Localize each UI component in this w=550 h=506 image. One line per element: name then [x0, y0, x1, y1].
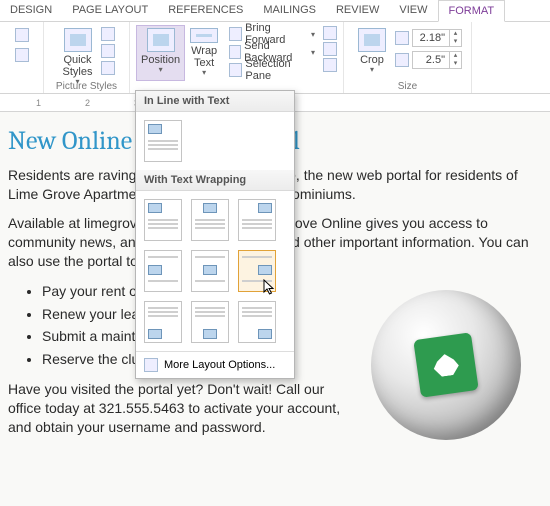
tab-design[interactable]: DESIGN [0, 0, 62, 21]
rotate-button[interactable] [323, 58, 337, 72]
thumb-pic-icon [203, 203, 217, 213]
group-picture-styles: Picture Styles [44, 81, 129, 92]
style-opt-1[interactable] [101, 27, 115, 41]
chevron-down-icon: ▾ [311, 30, 315, 39]
layout-options-icon [144, 358, 158, 372]
spinner-up-icon[interactable]: ▴ [449, 30, 461, 38]
ruler-mark: 1 [36, 98, 41, 108]
height-icon [395, 31, 409, 45]
thumb-pic-icon [258, 203, 272, 213]
ribbon-tabs: DESIGN PAGE LAYOUT REFERENCES MAILINGS R… [0, 0, 550, 22]
picture-effects-button[interactable] [10, 45, 34, 65]
dropdown-section-inline: In Line with Text [136, 91, 294, 112]
picture-effects-icon [15, 48, 29, 62]
selection-pane-label: Selection Pane [245, 58, 315, 82]
thumb-pic-icon [258, 329, 272, 339]
quick-styles-label: Quick Styles [63, 54, 93, 78]
quick-styles-icon [64, 28, 92, 52]
dropdown-section-wrapping: With Text Wrapping [136, 170, 294, 191]
leaf-icon [431, 353, 462, 379]
position-top-center[interactable] [191, 199, 229, 241]
tab-view[interactable]: VIEW [389, 0, 437, 21]
height-value: 2.18" [413, 32, 449, 44]
height-input[interactable]: 2.18"▴▾ [412, 29, 462, 47]
wrap-text-icon [190, 28, 218, 43]
chevron-down-icon: ▾ [311, 48, 315, 57]
selection-pane-button[interactable]: Selection Pane [227, 61, 317, 79]
position-top-right[interactable] [238, 199, 276, 241]
position-top-left[interactable] [144, 199, 182, 241]
position-button[interactable]: Position ▾ [136, 25, 185, 81]
picture-border-button[interactable] [10, 25, 34, 45]
thumb-pic-icon [203, 329, 217, 339]
width-icon [395, 53, 409, 67]
ribbon: Quick Styles ▾ Picture Styles Position ▾… [0, 22, 550, 94]
paragraph: Have you visited the portal yet? Don't w… [8, 380, 348, 437]
crop-button[interactable]: Crop ▾ [353, 25, 391, 78]
thumb-pic-icon [258, 265, 272, 275]
position-dropdown: In Line with Text With Text Wrapping Mor… [135, 90, 295, 379]
position-middle-left[interactable] [144, 250, 182, 292]
group-button[interactable] [323, 42, 337, 56]
spinner-down-icon[interactable]: ▾ [449, 60, 461, 68]
position-icon [147, 28, 175, 52]
position-inline-option[interactable] [144, 120, 182, 162]
style-opt-3[interactable] [101, 61, 115, 75]
green-key-icon [413, 333, 479, 399]
tab-format[interactable]: FORMAT [438, 0, 506, 22]
tab-page-layout[interactable]: PAGE LAYOUT [62, 0, 158, 21]
spinner-down-icon[interactable]: ▾ [449, 38, 461, 46]
crop-icon [358, 28, 386, 52]
chevron-down-icon: ▾ [202, 69, 206, 78]
inline-image[interactable] [356, 280, 536, 450]
spinner-up-icon[interactable]: ▴ [449, 52, 461, 60]
picture-border-icon [15, 28, 29, 42]
style-opt-2[interactable] [101, 44, 115, 58]
thumb-pic-icon [148, 329, 162, 339]
tab-mailings[interactable]: MAILINGS [253, 0, 326, 21]
width-input[interactable]: 2.5"▴▾ [412, 51, 462, 69]
tab-references[interactable]: REFERENCES [158, 0, 253, 21]
thumb-pic-icon [148, 265, 162, 275]
position-middle-right[interactable] [238, 250, 276, 292]
position-bottom-center[interactable] [191, 301, 229, 343]
ruler-mark: 2 [85, 98, 90, 108]
more-layout-label: More Layout Options... [164, 359, 275, 371]
position-bottom-right[interactable] [238, 301, 276, 343]
more-layout-options[interactable]: More Layout Options... [136, 351, 294, 378]
thumb-pic-icon [148, 124, 162, 134]
wrap-text-button[interactable]: Wrap Text ▾ [185, 25, 223, 81]
chevron-down-icon: ▾ [159, 66, 163, 75]
wrap-text-label: Wrap Text [191, 45, 217, 69]
chevron-down-icon: ▾ [370, 66, 374, 75]
position-bottom-left[interactable] [144, 301, 182, 343]
bring-forward-icon [229, 27, 242, 41]
keyboard-sphere-graphic [371, 290, 521, 440]
position-middle-center[interactable] [191, 250, 229, 292]
width-value: 2.5" [413, 54, 449, 66]
group-size: Size [344, 81, 471, 92]
align-button[interactable] [323, 26, 337, 40]
send-backward-icon [229, 45, 241, 59]
thumb-pic-icon [148, 203, 162, 213]
thumb-pic-icon [203, 265, 217, 275]
selection-pane-icon [229, 63, 242, 77]
tab-review[interactable]: REVIEW [326, 0, 389, 21]
